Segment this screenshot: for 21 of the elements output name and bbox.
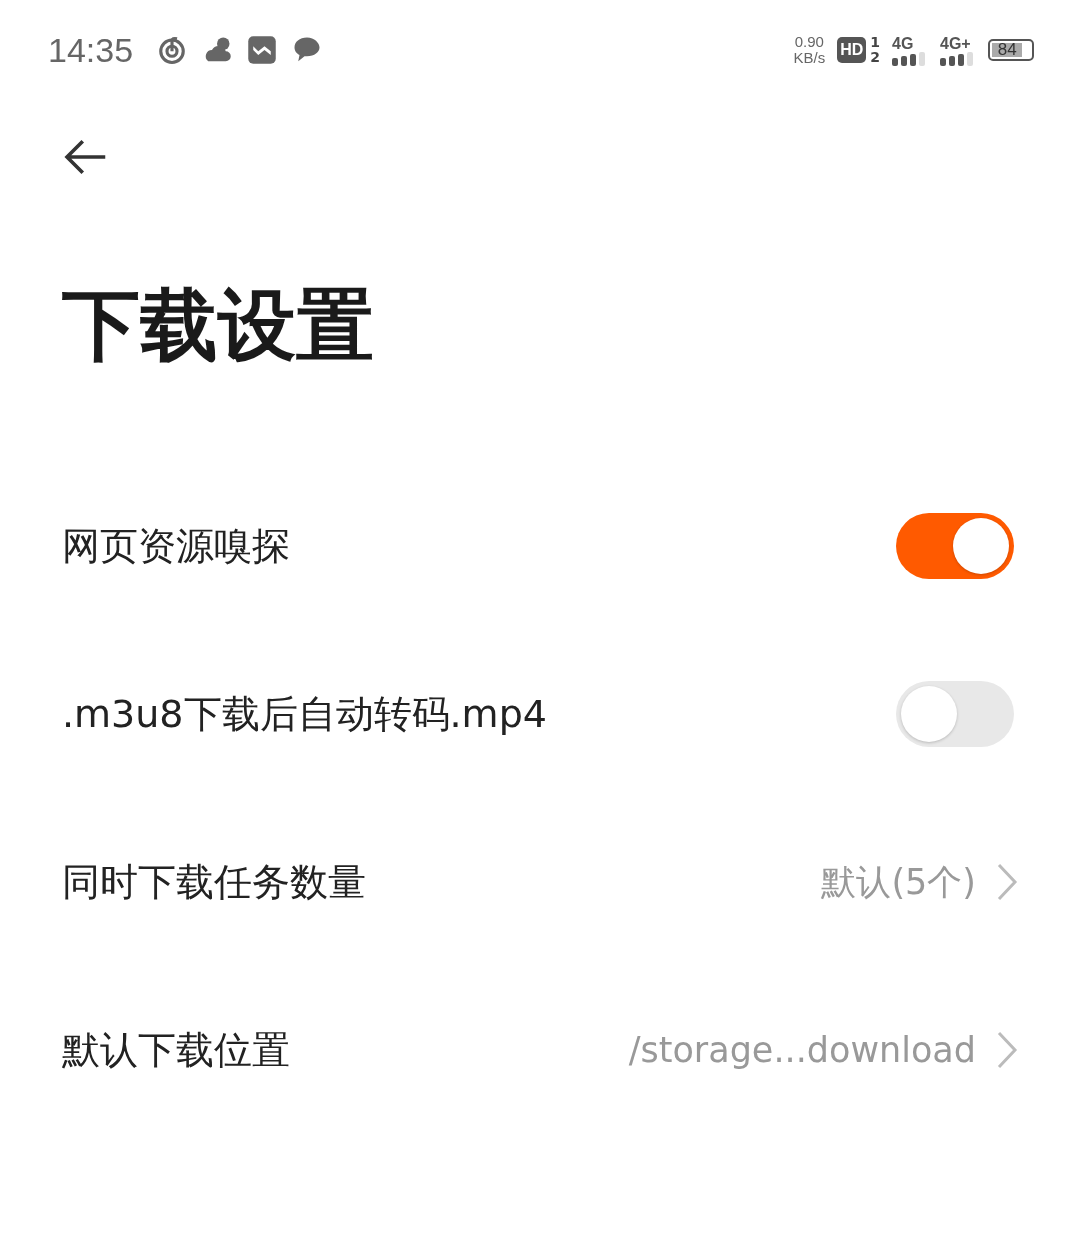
setting-label: .m3u8下载后自动转码.mp4 [62, 690, 547, 738]
sim-label: 2 [870, 50, 880, 65]
network-type: 4G [892, 34, 914, 52]
setting-value: 默认(5个) [821, 860, 976, 904]
network-speed: 0.90 KB/s [793, 34, 826, 66]
page-title: 下载设置 [62, 279, 375, 372]
signal-icon [940, 51, 976, 66]
swirl-icon [157, 35, 188, 65]
network-type: 4G+ [940, 34, 971, 52]
battery-level: 84 [992, 43, 1023, 57]
setting-value: /storage...download [628, 1030, 976, 1070]
setting-label: 网页资源嗅探 [62, 522, 290, 570]
sim-label: 1 [870, 35, 880, 50]
signal-icon [892, 51, 928, 66]
chevron-right-icon[interactable] [996, 1030, 1018, 1070]
setting-label: 同时下载任务数量 [62, 858, 366, 906]
clock: 14:35 [48, 30, 134, 70]
setting-label: 默认下载位置 [62, 1026, 290, 1074]
chevron-right-icon[interactable] [996, 862, 1018, 902]
hd-badge: HD [837, 37, 867, 63]
app-icon [247, 35, 278, 65]
